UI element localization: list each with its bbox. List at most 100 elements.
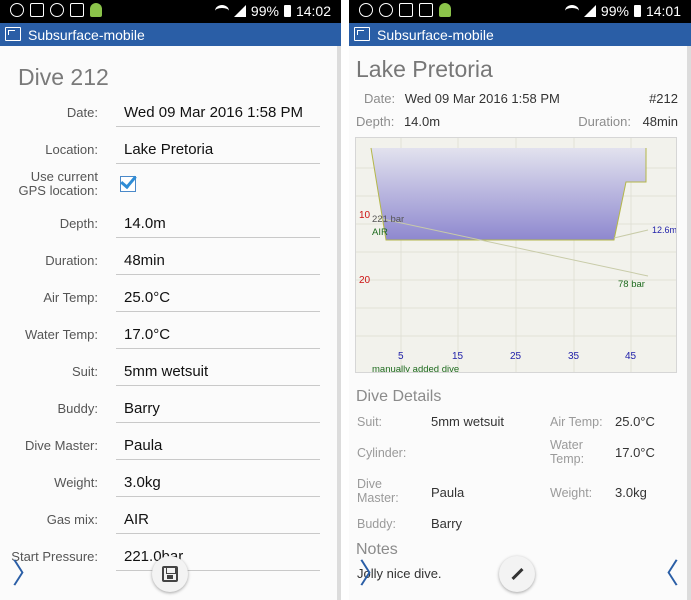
form-input[interactable]: Barry (116, 394, 320, 423)
form-input[interactable]: 48min (116, 246, 320, 275)
water-temp-value: 17.0°C (615, 445, 655, 460)
status-bar: 99% 14:02 (0, 0, 341, 23)
form-row: Depth: 14.0m (0, 209, 330, 241)
form-label: Gas mix: (46, 512, 98, 527)
form-row: Water Temp: 17.0°C (0, 320, 330, 352)
dive-details-heading: Dive Details (356, 388, 442, 405)
form-input-value: AIR (124, 511, 150, 528)
pencil-icon (510, 567, 524, 581)
form-label: Dive Master: (25, 438, 98, 453)
form-input[interactable]: 14.0m (116, 209, 320, 238)
form-input[interactable]: 17.0°C (116, 320, 320, 349)
app-icon[interactable] (5, 27, 21, 41)
scrollbar[interactable] (687, 46, 691, 600)
form-input-value: Wed 09 Mar 2016 1:58 PM (124, 104, 303, 121)
edit-form: Dive 212 Date: Wed 09 Mar 2016 1:58 PM Loc… (0, 46, 341, 600)
form-label: Water Temp: (25, 327, 98, 342)
app-icon[interactable] (354, 27, 370, 41)
form-label: Suit: (71, 364, 98, 379)
form-input[interactable]: 25.0°C (116, 283, 320, 312)
notification-icons (10, 3, 102, 17)
android-icon (439, 3, 451, 17)
whatsapp-icon (10, 3, 24, 17)
gas-label: AIR (372, 227, 388, 238)
form-input-value: 17.0°C (124, 326, 171, 343)
duration-row: Duration: 48min (578, 114, 678, 129)
date-row: Date: Wed 09 Mar 2016 1:58 PM (364, 91, 560, 106)
app-title: Subsurface-mobile (377, 27, 494, 43)
water-temp-label: Water Temp: (550, 438, 585, 466)
chevron-right-icon[interactable]: 〉 (12, 552, 40, 592)
battery-icon (633, 5, 641, 17)
form-input[interactable]: 3.0kg (116, 468, 320, 497)
divider (341, 0, 349, 600)
duration-label: Duration: (578, 114, 631, 129)
gps-row: Use current GPS location: (0, 166, 330, 198)
form-row: Location: Lake Pretoria (0, 135, 330, 167)
battery-percent: 99% (600, 3, 629, 19)
form-input-value: 48min (124, 252, 165, 269)
mail-icon (399, 3, 413, 17)
wifi-icon (564, 5, 579, 17)
edit-dive-screen: 99% 14:02 Subsurface-mobile Dive 212 Dat… (0, 0, 341, 600)
chevron-left-icon[interactable]: 〈 (651, 552, 679, 592)
form-label: Location: (45, 142, 98, 157)
duration-value: 48min (642, 114, 678, 129)
depth-value: 14.0m (403, 114, 441, 129)
app-bar: Subsurface-mobile (0, 23, 341, 46)
form-input[interactable]: AIR (116, 505, 320, 534)
form-label: Air Temp: (43, 290, 98, 305)
image-icon (419, 3, 433, 17)
gps-checkbox[interactable] (120, 176, 136, 192)
form-input-value: 14.0m (124, 215, 166, 232)
chevron-right-icon[interactable]: 〉 (359, 552, 387, 592)
max-depth-label: 12.6m (652, 225, 677, 235)
whatsapp-icon (359, 3, 373, 17)
form-input[interactable]: Paula (116, 431, 320, 460)
air-temp-label: Air Temp: (550, 415, 603, 429)
form-row: Weight: 3.0kg (0, 468, 330, 500)
cylinder-label: Cylinder: (357, 446, 407, 460)
dive-master-label: Dive Master: (357, 477, 399, 505)
dive-details: Lake Pretoria Date: Wed 09 Mar 2016 1:58… (349, 46, 691, 600)
image-icon (30, 3, 44, 17)
battery-icon (283, 5, 291, 17)
signal-icon (233, 5, 246, 17)
buddy-value: Barry (431, 516, 463, 531)
form-input-value: Barry (124, 400, 160, 417)
battery-percent: 99% (250, 3, 279, 19)
profile-note: manually added dive (372, 364, 459, 373)
dive-number-value: #212 (649, 91, 678, 106)
form-input[interactable]: Wed 09 Mar 2016 1:58 PM (116, 98, 320, 127)
edit-button[interactable] (499, 556, 535, 592)
depth-tick-10: 10 (359, 210, 371, 221)
app-bar: Subsurface-mobile (349, 23, 691, 46)
notification-icons (359, 3, 451, 17)
clock: 14:01 (645, 3, 681, 19)
time-tick-25: 25 (510, 351, 522, 362)
android-icon (90, 3, 102, 17)
gps-label: Use current GPS location: (18, 169, 99, 198)
form-row: Buddy: Barry (0, 394, 330, 426)
dive-profile[interactable]: 10 20 221 bar AIR 78 bar 12.6m 5 15 25 3… (355, 137, 677, 373)
start-pressure-label: 221 bar (372, 214, 404, 225)
form-row: Gas mix: AIR (0, 505, 330, 537)
form-input[interactable]: 5mm wetsuit (116, 357, 320, 386)
form-input[interactable]: 221.0bar (116, 542, 320, 571)
dive-details-screen: 99% 14:01 Subsurface-mobile Lake Pretori… (349, 0, 691, 600)
save-button[interactable] (152, 556, 188, 592)
form-input-value: Lake Pretoria (124, 141, 214, 158)
dive-profile-graph: 10 20 221 bar AIR 78 bar 12.6m 5 15 25 3… (356, 138, 677, 373)
status-bar: 99% 14:01 (349, 0, 691, 23)
form-label: Buddy: (57, 401, 98, 416)
depth-tick-20: 20 (359, 275, 371, 286)
time-tick-45: 45 (625, 351, 637, 362)
sync-icon (379, 3, 393, 17)
form-label: Date: (66, 105, 98, 120)
form-input[interactable]: Lake Pretoria (116, 135, 320, 164)
buddy-label: Buddy: (357, 517, 396, 531)
date-value: Wed 09 Mar 2016 1:58 PM (404, 91, 560, 106)
form-label: Depth: (59, 216, 98, 231)
form-row: Suit: 5mm wetsuit (0, 357, 330, 389)
end-pressure-label: 78 bar (618, 279, 645, 290)
